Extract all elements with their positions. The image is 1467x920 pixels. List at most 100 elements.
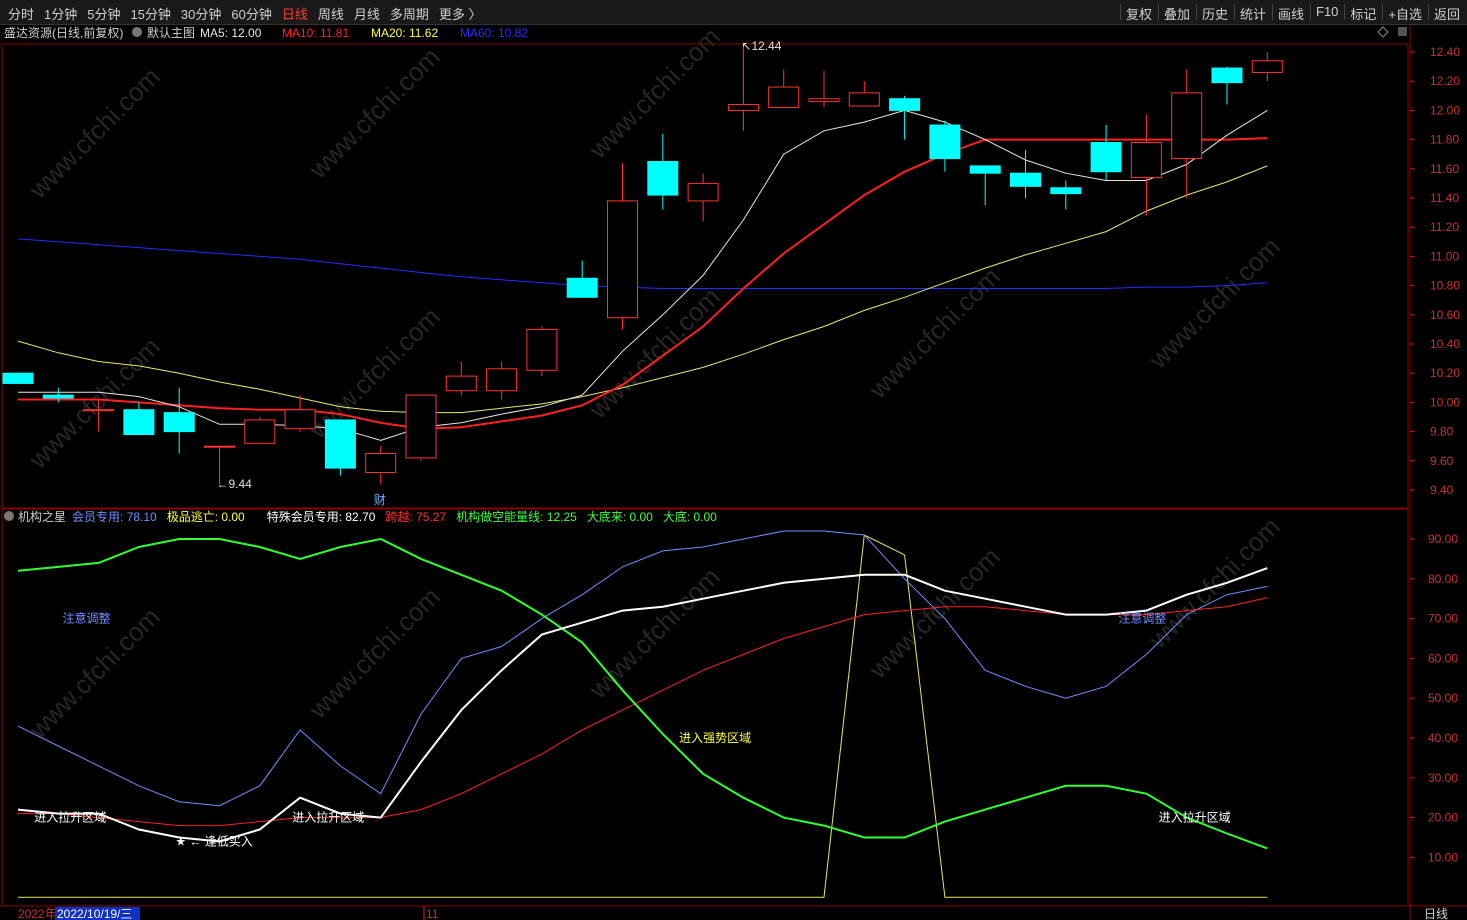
high-price-label: ↖12.44	[741, 39, 781, 53]
chart-background	[0, 25, 1467, 920]
chart-canvas[interactable]: www.cfchi.com www.cfchi.com www.cfchi.comw…	[0, 25, 1467, 920]
toolbar-divider	[1120, 4, 1121, 20]
x-axis-year: 2022年	[18, 907, 57, 920]
toolbar-divider	[1234, 4, 1235, 20]
sub-y-tick-label: 80.00	[1428, 572, 1458, 586]
candle-body	[324, 419, 356, 469]
indicator-value-label: 机构做空能量线: 12.25	[456, 509, 577, 524]
period-tab[interactable]: 更多 〉	[439, 4, 482, 23]
candle-body	[969, 165, 1001, 174]
signal-annotation: 进入拉升区域	[34, 810, 106, 825]
period-tab[interactable]: 分时	[8, 4, 34, 23]
toolbar-button[interactable]: 标记	[1350, 4, 1376, 23]
period-tab[interactable]: 60分钟	[231, 4, 271, 23]
candle-body	[929, 124, 961, 160]
sub-y-tick-label: 60.00	[1428, 651, 1458, 665]
indicator-value-label: 大底来: 0.00	[587, 509, 653, 524]
finance-event-marker[interactable]: 财	[374, 493, 386, 507]
sub-y-tick-label: 40.00	[1428, 731, 1458, 745]
ma-value-label: MA10: 11.81	[282, 26, 349, 40]
sub-y-tick-label: 70.00	[1428, 612, 1458, 626]
period-tab[interactable]: 5分钟	[87, 4, 120, 23]
indicator-value-label: 特殊会员专用: 82.70	[267, 509, 376, 524]
y-tick-label: 9.40	[1430, 483, 1454, 497]
period-tab[interactable]: 日线	[282, 4, 308, 23]
toolbar-button[interactable]: 叠加	[1164, 4, 1190, 23]
period-tab[interactable]: 多周期	[390, 4, 429, 23]
candle-body	[848, 92, 880, 107]
signal-annotation: ★ ← 逢低买入	[175, 834, 252, 848]
template-menu-icon[interactable]	[132, 27, 142, 37]
toolbar-button[interactable]: F10	[1316, 4, 1338, 19]
toolbar-button[interactable]: +自选	[1388, 4, 1422, 23]
candle[interactable]	[405, 394, 437, 461]
candle-body	[1211, 67, 1243, 84]
period-indicator: 日线	[1424, 907, 1448, 920]
indicator-value-label: 大底: 0.00	[663, 509, 717, 524]
period-tab[interactable]: 周线	[318, 4, 344, 23]
toolbar-button[interactable]: 复权	[1126, 4, 1152, 23]
x-axis-month: 11	[426, 907, 439, 920]
y-tick-label: 11.80	[1430, 133, 1459, 147]
period-tab[interactable]: 30分钟	[181, 4, 221, 23]
period-tab[interactable]: 月线	[354, 4, 380, 23]
indicator-value-label: 跨越: 75.27	[385, 510, 446, 524]
toolbar-divider	[1344, 4, 1346, 20]
cursor-date: 2022/10/19/三	[57, 907, 132, 920]
indicator-menu-icon[interactable]	[4, 511, 14, 521]
panel-toggle-icon[interactable]	[1398, 27, 1407, 36]
signal-annotation: 进入拉升区域	[1159, 810, 1231, 825]
sub-y-tick-label: 20.00	[1428, 811, 1458, 825]
candle-body	[204, 445, 235, 448]
candle-body	[42, 394, 74, 399]
period-tab[interactable]: 1分钟	[44, 4, 77, 23]
toolbar-divider	[1272, 4, 1273, 20]
y-tick-label: 12.20	[1430, 74, 1460, 88]
y-tick-label: 12.00	[1430, 103, 1460, 117]
candle-body	[1090, 142, 1122, 173]
indicator-value-label: 极品逃亡: 0.00	[167, 510, 245, 524]
low-price-label: ←9.44	[217, 477, 253, 491]
candle[interactable]	[526, 326, 558, 377]
candle-body	[1010, 172, 1041, 187]
toolbar-button[interactable]: 返回	[1434, 4, 1460, 23]
y-tick-label: 10.00	[1430, 395, 1460, 409]
template-name: 默认主图	[147, 25, 195, 40]
sub-header: 机构之星 会员专用: 78.10 极品逃亡: 0.00 特殊会员专用: 82.70 跨越…	[4, 509, 717, 524]
ma-value-label: MA20: 11.62	[371, 26, 438, 40]
signal-annotation: 进入强势区域	[679, 731, 751, 745]
candle-body	[727, 104, 759, 111]
candle-body	[2, 372, 34, 384]
period-tab[interactable]: 15分钟	[130, 4, 170, 23]
candle-body	[405, 394, 437, 459]
candle-body	[83, 409, 115, 412]
candle[interactable]	[324, 419, 356, 476]
candle-body	[1251, 60, 1283, 73]
toolbar-divider	[1196, 4, 1197, 20]
candle-body	[284, 409, 316, 430]
candle-body	[365, 453, 397, 473]
indicator-name: 机构之星	[18, 509, 66, 524]
toolbar-button[interactable]: 画线	[1278, 4, 1304, 23]
candle-body	[1130, 142, 1162, 179]
candle[interactable]	[2, 372, 34, 384]
stock-title: 盛达资源(日线,前复权)	[4, 25, 123, 40]
toolbar-divider	[1310, 4, 1311, 20]
toolbar-button[interactable]: 统计	[1240, 4, 1266, 23]
candle-body	[889, 98, 921, 111]
y-tick-label: 9.60	[1430, 454, 1454, 468]
candle-body	[445, 375, 477, 392]
y-tick-label: 11.20	[1430, 220, 1459, 234]
candle-body	[768, 86, 800, 108]
candle-body	[123, 409, 155, 436]
toolbar-button[interactable]: 历史	[1202, 4, 1228, 23]
candle-body	[486, 368, 518, 392]
toolbar-divider	[1382, 4, 1384, 20]
period-toolbar: 分时 1分钟 5分钟 15分钟 30分钟 60分钟 日线 周线 月线 多周期 更多 〉 返回 +自选 标记…	[0, 0, 1467, 25]
sub-y-tick-label: 10.00	[1428, 850, 1458, 864]
candle[interactable]	[244, 417, 276, 444]
candle-body	[1171, 92, 1203, 160]
sub-y-tick-label: 90.00	[1428, 532, 1458, 546]
signal-annotation: 注意调整	[62, 611, 110, 626]
indicator-value-label: 会员专用: 78.10	[72, 509, 157, 524]
